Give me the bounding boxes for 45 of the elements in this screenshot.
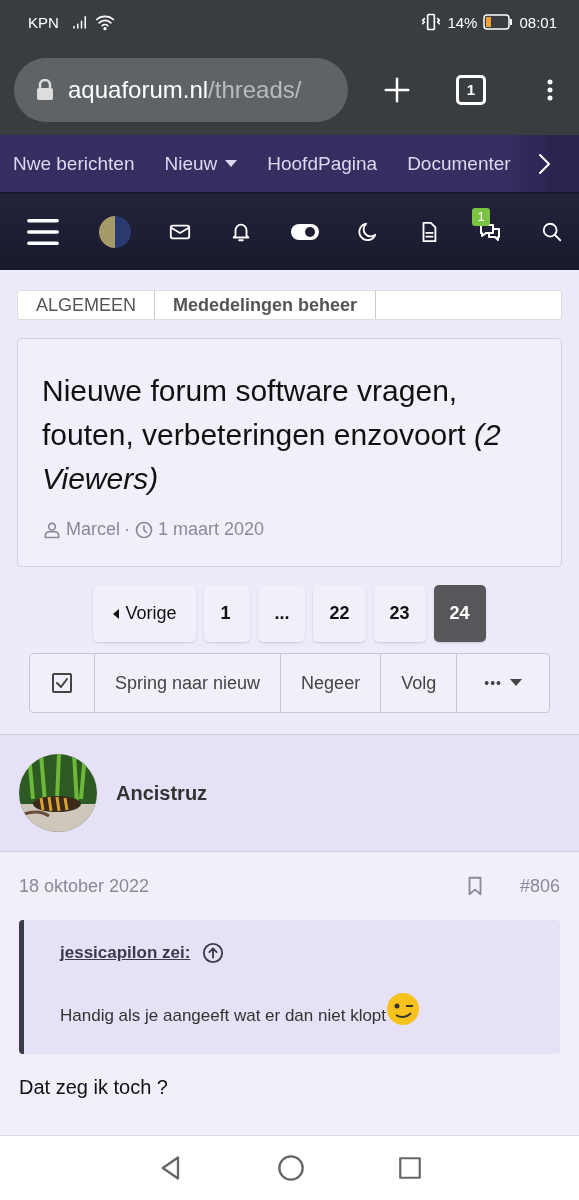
quote-author-link[interactable]: jessicapilon zei:	[60, 943, 191, 963]
nav-tab[interactable]: Nieuw	[164, 152, 238, 175]
address-bar[interactable]: aquaforum.nl/threads/	[14, 57, 348, 122]
post-body: Dat zeg ik toch ?	[19, 1076, 169, 1099]
battery-icon	[483, 14, 514, 30]
wink-emoji-icon	[386, 992, 421, 1026]
search-icon[interactable]	[541, 221, 563, 243]
lock-icon	[36, 78, 54, 101]
action-button[interactable]: Spring naar nieuw	[95, 654, 282, 712]
thread-date: 1 maart 2020	[158, 519, 265, 540]
page-button[interactable]: Vorige	[93, 585, 197, 642]
page-button[interactable]: ...	[258, 585, 306, 642]
vibrate-icon	[421, 12, 442, 32]
quote-text: Handig als je aangeeft wat er dan niet klopt	[60, 1006, 387, 1026]
page-button[interactable]: 22	[313, 585, 366, 642]
thread-title: Nieuwe forum software vragen, fouten, verbeteringen enzovoort (2 Viewers)	[42, 373, 502, 497]
clock-time: 08:01	[519, 13, 557, 31]
username[interactable]: Ancistruz	[116, 781, 208, 805]
more-button[interactable]: •••	[457, 654, 549, 712]
caret-icon	[509, 679, 522, 687]
battery-percentage: 14%	[447, 13, 478, 31]
page-button[interactable]: 23	[373, 585, 426, 642]
checkbox-icon	[50, 671, 74, 695]
recents-icon[interactable]	[396, 1155, 423, 1181]
home-icon[interactable]	[276, 1154, 305, 1182]
nav-tab[interactable]: Documenter	[407, 152, 511, 175]
nav-tab[interactable]: Nwe berichten	[13, 152, 135, 175]
action-button[interactable]: Negeer	[281, 654, 382, 712]
caret-icon	[225, 159, 238, 168]
notification-badge: 1	[472, 208, 490, 226]
nav-tab[interactable]: HoofdPagina	[267, 152, 378, 175]
action-button[interactable]: Volg	[381, 654, 458, 712]
carrier-label: KPN	[28, 13, 59, 31]
clock-icon	[134, 519, 154, 540]
page-button[interactable]: 24	[433, 585, 486, 642]
signal-icon	[70, 13, 89, 31]
user-avatar[interactable]	[98, 216, 131, 248]
tab-count-button[interactable]: 1	[456, 74, 486, 105]
caret-left-icon	[113, 608, 120, 619]
toggle-icon[interactable]	[290, 224, 319, 240]
breadcrumb-link[interactable]: Mededelingen beheer	[155, 291, 377, 319]
separator-dot: ·	[124, 519, 130, 540]
page-button[interactable]: 1	[204, 585, 251, 642]
breadcrumb-link[interactable]: ALGEMEEN	[18, 291, 156, 319]
arrow-up-circle-icon[interactable]	[202, 942, 225, 964]
